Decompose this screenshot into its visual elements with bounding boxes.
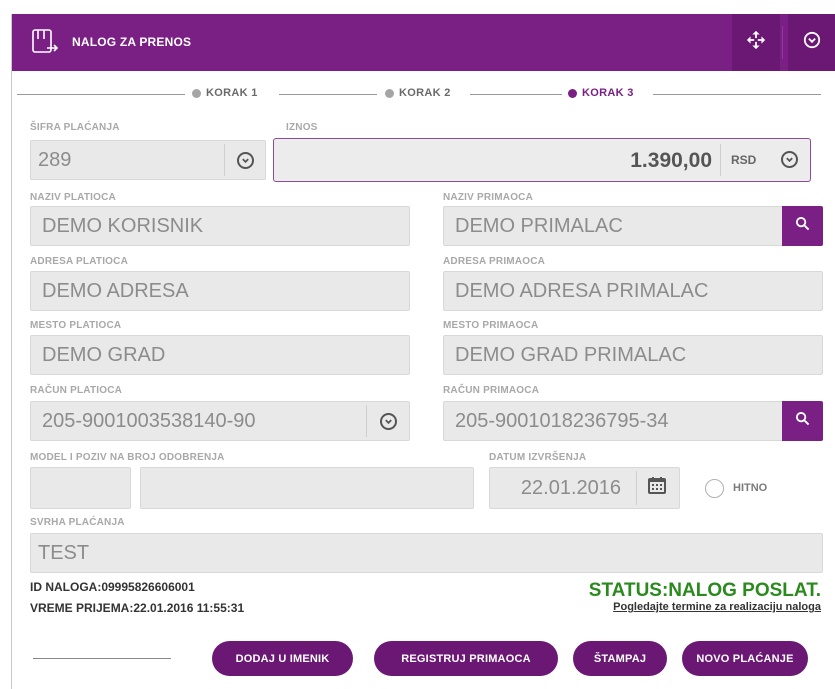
hitno-radio[interactable] <box>705 479 724 498</box>
naziv-primaoca-label: NAZIV PRIMAOCA <box>443 192 534 203</box>
step-indicator: KORAK 1 KORAK 2 KORAK 3 <box>17 87 821 101</box>
step-line <box>17 94 185 95</box>
currency-label: RSD <box>731 153 757 167</box>
mesto-primaoca-label: MESTO PRIMAOCA <box>443 320 539 331</box>
svrha-placanja-label: SVRHA PLAĆANJA <box>30 517 125 528</box>
svrha-value: TEST <box>38 541 90 564</box>
racun-platioca-label: RAČUN PLATIOCA <box>30 385 123 396</box>
sifra-placanja-label: ŠIFRA PLAĆANJA <box>30 122 120 133</box>
chevron-down-icon <box>236 151 254 169</box>
datum-izvrsenja-label: DATUM IZVRŠENJA <box>489 452 587 463</box>
chevron-down-icon <box>781 151 798 168</box>
calendar-icon <box>647 475 667 501</box>
field-divider <box>224 144 225 176</box>
racun-primaoca-value: 205-9001018236795-34 <box>455 409 669 432</box>
racun-platioca-value: 205-9001003538140-90 <box>42 409 256 432</box>
datum-value: 22.01.2016 <box>520 476 621 499</box>
racun-dropdown-button[interactable] <box>367 412 409 430</box>
sifra-dropdown-button[interactable] <box>225 151 265 169</box>
naziv-primaoca-field[interactable]: DEMO PRIMALAC <box>443 206 783 246</box>
calendar-button[interactable] <box>635 475 679 501</box>
mesto-platioca-value: DEMO GRAD <box>42 343 166 366</box>
divider-line <box>33 658 171 659</box>
naziv-primaoca-search-button[interactable] <box>782 206 823 246</box>
registruj-primaoca-button[interactable]: REGISTRUJ PRIMAOCA <box>374 641 558 676</box>
datum-izvrsenja-field[interactable]: 22.01.2016 <box>489 467 680 509</box>
adresa-primaoca-field[interactable]: DEMO ADRESA PRIMALAC <box>443 271 823 311</box>
field-divider <box>636 471 637 505</box>
sifra-placanja-value: 289 <box>38 148 72 171</box>
step-label: KORAK 3 <box>582 87 634 99</box>
step-line <box>279 94 377 95</box>
currency-dropdown-button[interactable] <box>781 151 798 169</box>
mesto-platioca-label: MESTO PLATIOCA <box>30 320 122 331</box>
panel-title: NALOG ZA PRENOS <box>72 35 192 49</box>
naziv-platioca-value: DEMO KORISNIK <box>42 214 204 237</box>
search-icon <box>795 411 810 431</box>
model-poziv-label: MODEL I POZIV NA BROJ ODOBRENJA <box>30 452 225 463</box>
racun-platioca-field[interactable]: 205-9001003538140-90 <box>30 401 410 441</box>
racun-primaoca-label: RAČUN PRIMAOCA <box>443 385 540 396</box>
step-dot <box>385 88 394 98</box>
move-button[interactable] <box>732 14 780 71</box>
panel-header: NALOG ZA PRENOS <box>12 14 835 71</box>
adresa-platioca-value: DEMO ADRESA <box>42 279 189 302</box>
mesto-primaoca-field[interactable]: DEMO GRAD PRIMALAC <box>443 335 823 375</box>
naziv-platioca-field[interactable]: DEMO KORISNIK <box>30 206 410 246</box>
adresa-platioca-label: ADRESA PLATIOCA <box>30 256 128 267</box>
collapse-button[interactable] <box>788 14 835 71</box>
field-divider <box>366 405 367 437</box>
naziv-primaoca-value: DEMO PRIMALAC <box>455 214 623 237</box>
vreme-prijema: VREME PRIJEMA:22.01.2016 11:55:31 <box>30 601 245 615</box>
dodaj-u-imenik-button[interactable]: DODAJ U IMENIK <box>212 641 353 676</box>
step-line <box>653 94 821 95</box>
search-icon <box>795 216 810 236</box>
field-divider <box>720 144 721 176</box>
adresa-platioca-field[interactable]: DEMO ADRESA <box>30 271 410 311</box>
step-dot <box>568 88 577 98</box>
chevron-down-icon <box>379 412 397 430</box>
iznos-field[interactable]: 1.390,00 RSD <box>273 138 811 182</box>
step-2: KORAK 2 <box>385 87 451 99</box>
id-naloga: ID NALOGA:09995826606001 <box>30 580 195 594</box>
hitno-label: HITNO <box>733 482 768 494</box>
adresa-primaoca-label: ADRESA PRIMAOCA <box>443 256 546 267</box>
step-1: KORAK 1 <box>192 87 258 99</box>
svrha-placanja-field[interactable]: TEST <box>30 533 823 573</box>
document-transfer-icon <box>30 27 60 57</box>
racun-primaoca-field[interactable]: 205-9001018236795-34 <box>443 401 783 441</box>
status-text: STATUS:NALOG POSLAT. <box>588 580 821 601</box>
naziv-platioca-label: NAZIV PLATIOCA <box>30 192 116 203</box>
adresa-primaoca-value: DEMO ADRESA PRIMALAC <box>455 279 709 302</box>
stampaj-button[interactable]: ŠTAMPAJ <box>573 641 667 676</box>
sifra-placanja-field[interactable]: 289 <box>30 140 266 180</box>
poziv-na-broj-field[interactable] <box>140 467 474 509</box>
move-arrows-icon <box>746 30 766 55</box>
step-dot <box>192 88 201 98</box>
novo-placanje-button[interactable]: NOVO PLAĆANJE <box>682 641 808 676</box>
step-line <box>470 94 562 95</box>
model-field[interactable] <box>30 467 131 509</box>
mesto-primaoca-value: DEMO GRAD PRIMALAC <box>455 343 687 366</box>
step-label: KORAK 1 <box>206 87 258 99</box>
chevron-down-circle-icon <box>803 31 821 54</box>
iznos-value: 1.390,00 <box>630 149 712 172</box>
step-3: KORAK 3 <box>568 87 634 99</box>
header-divider <box>782 26 783 59</box>
step-label: KORAK 2 <box>399 87 451 99</box>
termini-link[interactable]: Pogledajte termine za realizaciju naloga <box>613 601 821 613</box>
racun-primaoca-search-button[interactable] <box>782 401 823 441</box>
iznos-label: IZNOS <box>286 122 318 133</box>
mesto-platioca-field[interactable]: DEMO GRAD <box>30 335 410 375</box>
